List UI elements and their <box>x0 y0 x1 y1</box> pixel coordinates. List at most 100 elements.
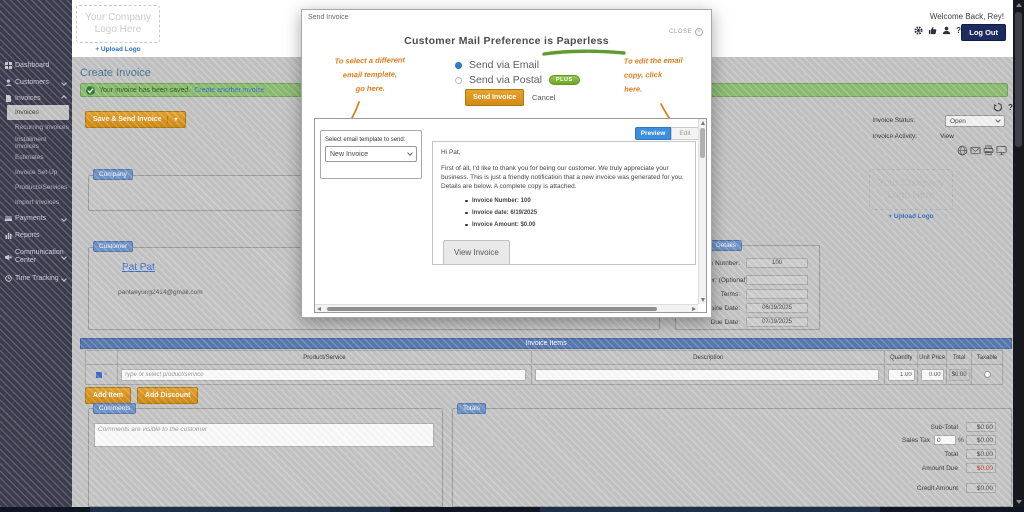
view-invoice-button[interactable]: View Invoice <box>443 240 510 265</box>
sidebar-item-time-tracking[interactable]: Time Tracking <box>0 270 72 287</box>
add-item-button[interactable]: Add Item <box>85 387 131 404</box>
scroll-up-arrow[interactable] <box>1016 3 1022 7</box>
vertical-scrollbar[interactable] <box>698 119 706 304</box>
printer-icon[interactable] <box>983 145 994 156</box>
save-send-invoice-button[interactable]: Save & Send Invoice ▾ <box>85 111 186 128</box>
comments-textarea[interactable] <box>94 423 434 447</box>
comments-section-box <box>88 408 443 507</box>
invoice-status-dropdown[interactable]: Open <box>945 115 1005 127</box>
sidebar-subitem-invoices[interactable]: Invoices <box>7 105 69 120</box>
invoice-number-field[interactable]: 100 <box>746 258 808 268</box>
annotation-left: To select a different email template, go… <box>318 53 423 97</box>
sidebar-item-communication-center[interactable]: Communication Center <box>0 244 72 270</box>
dashboard-icon <box>5 62 12 69</box>
radio-unselected-icon[interactable] <box>455 77 462 84</box>
po-number-field[interactable] <box>746 275 808 285</box>
total-label: Total <box>753 451 958 458</box>
invoice-logo-placeholder: Your Company Logo Here <box>869 169 953 210</box>
sidebar-item-label: Payments <box>15 215 46 222</box>
sidebar-item-payments[interactable]: Payments <box>0 210 72 227</box>
credit-amount-value: $0.00 <box>966 483 996 493</box>
preview-button[interactable]: Preview <box>635 127 671 140</box>
sidebar-nav: Dashboard Customers Invoices Invoices Re… <box>0 57 72 287</box>
person-icon[interactable] <box>942 26 951 35</box>
scrollbar-thumb[interactable] <box>700 128 705 158</box>
send-via-email-option[interactable]: Send via Email <box>455 59 539 71</box>
scroll-down-arrow[interactable] <box>701 298 705 302</box>
horizontal-scrollbar[interactable] <box>315 304 698 312</box>
column-description: Description <box>532 351 885 364</box>
terms-field[interactable] <box>746 289 808 299</box>
total-value: $0.00 <box>966 449 996 459</box>
scroll-up-arrow[interactable] <box>701 121 705 125</box>
add-discount-button[interactable]: Add Discount <box>137 387 199 404</box>
create-another-invoice-link[interactable]: Create another invoice. <box>194 87 266 94</box>
totals-section-box: Sub-Total $0.00 Sales Tax % $0.00 Total … <box>452 408 1012 507</box>
sidebar-item-reports[interactable]: Reports <box>0 227 72 244</box>
window-scrollbar[interactable] <box>1013 0 1024 507</box>
scrollbar-thumb[interactable] <box>1015 12 1022 147</box>
sidebar-item-label: Dashboard <box>15 62 49 69</box>
upload-logo-link[interactable]: + Upload Logo <box>76 46 160 53</box>
page-title: Create Invoice <box>80 67 151 79</box>
scroll-right-arrow[interactable] <box>692 307 696 311</box>
send-invoice-button[interactable]: Send Invoice <box>465 89 524 106</box>
unit-price-input[interactable] <box>921 369 944 381</box>
scroll-down-arrow[interactable] <box>1016 500 1022 504</box>
quantity-input[interactable] <box>888 369 915 381</box>
product-service-input[interactable] <box>121 369 526 381</box>
logout-button[interactable]: Log Out <box>961 24 1006 41</box>
monitor-icon[interactable] <box>996 145 1007 156</box>
chevron-down-icon <box>61 254 67 260</box>
cancel-link[interactable]: Cancel <box>532 93 555 102</box>
sidebar-item-dashboard[interactable]: Dashboard <box>0 57 72 74</box>
thumbs-up-icon[interactable] <box>928 26 937 35</box>
sidebar-subitem-estimates[interactable]: Estimates <box>0 150 72 165</box>
payments-icon <box>5 215 12 222</box>
sidebar-subitem-recurring-invoices[interactable]: Recurring Invoices <box>0 120 72 135</box>
save-send-dropdown-caret[interactable]: ▾ <box>167 116 177 123</box>
sidebar-item-invoices[interactable]: Invoices <box>0 91 72 105</box>
totals-section-tab: Totals <box>457 403 486 414</box>
scroll-left-arrow[interactable] <box>317 307 321 311</box>
template-dropdown[interactable]: New Invoice <box>325 146 417 162</box>
sales-tax-rate-input[interactable] <box>934 435 956 445</box>
invoice-activity-view-link[interactable]: View <box>940 133 954 140</box>
row-drag-handle[interactable] <box>96 372 102 378</box>
radio-selected-icon[interactable] <box>455 62 462 69</box>
subtotal-value: $0.00 <box>966 422 996 432</box>
sidebar-subitem-products-services[interactable]: Products/Services <box>0 180 72 195</box>
column-taxable: Taxable <box>972 351 1002 364</box>
comments-section-tab: Comments <box>93 403 136 414</box>
mail-icon[interactable] <box>970 145 981 156</box>
column-total: Total <box>947 351 972 364</box>
item-row: × $0.00 <box>86 365 1002 384</box>
scrollbar-thumb[interactable] <box>327 307 657 311</box>
globe-icon[interactable] <box>957 145 968 156</box>
chevron-down-icon <box>407 150 413 156</box>
invoice-date-field[interactable]: 06/19/2025 <box>746 303 808 313</box>
send-via-postal-option[interactable]: Send via Postal PLUS <box>455 74 580 86</box>
items-header-row: Product/Service Description Quantity Uni… <box>86 351 1002 365</box>
sales-tax-label: Sales Tax <box>753 437 930 444</box>
sidebar-item-label: Invoices <box>15 95 41 102</box>
reports-icon <box>5 232 12 239</box>
sidebar-subitem-invoice-set-up[interactable]: Invoice Set Up <box>0 165 72 180</box>
email-bullets: Invoice Number: 100 Invoice date: 6/19/2… <box>465 197 687 230</box>
sidebar: Dashboard Customers Invoices Invoices Re… <box>0 0 72 507</box>
upload-logo-link[interactable]: + Upload Logo <box>869 213 953 220</box>
history-icon[interactable] <box>993 102 1003 112</box>
description-input[interactable] <box>535 369 879 381</box>
sidebar-subitem-installment-invoices[interactable]: Installment Invoices <box>0 135 72 150</box>
edit-button[interactable]: Edit <box>671 127 699 140</box>
row-delete-icon[interactable]: × <box>104 372 108 378</box>
taxable-checkbox[interactable] <box>984 371 991 378</box>
customer-name-link[interactable]: Pat Pat <box>122 262 155 273</box>
email-editor-panel: Select email template to send: New Invoi… <box>314 118 707 313</box>
due-date-field[interactable]: 07/19/2025 <box>746 317 808 327</box>
sidebar-item-label: Reports <box>15 232 40 239</box>
sidebar-item-customers[interactable]: Customers <box>0 74 72 91</box>
sidebar-subitem-import-invoices[interactable]: Import Invoices <box>0 195 72 210</box>
megaphone-icon <box>5 254 12 261</box>
gear-icon[interactable] <box>914 26 923 35</box>
